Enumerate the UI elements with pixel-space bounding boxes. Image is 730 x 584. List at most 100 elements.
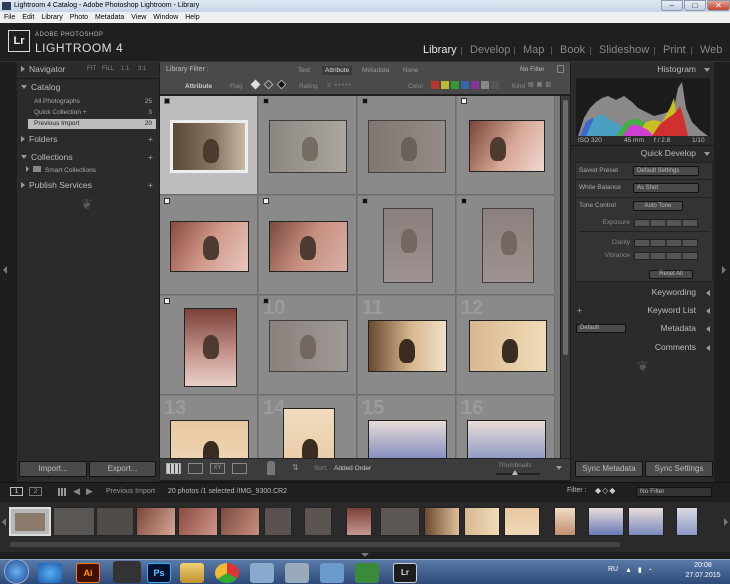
keywording-header[interactable]: Keywording [571,285,714,300]
filmstrip-thumb[interactable] [676,507,698,536]
pick-flag-icon[interactable] [263,198,269,204]
module-print[interactable]: Print [663,44,686,56]
app-icon[interactable] [320,563,344,583]
filmstrip-thumb[interactable] [96,507,134,536]
sort-direction-icon[interactable]: ⇅ [292,463,308,474]
grid-cell[interactable]: 14 [259,396,357,458]
clock-date[interactable]: 27.07.2015 [683,572,723,579]
module-web[interactable]: Web [700,44,722,56]
rejected-flag-icon[interactable] [362,198,368,204]
sort-select[interactable]: Added Order [334,465,371,472]
module-book[interactable]: Book [560,44,585,56]
maximize-button[interactable]: □ [684,0,706,11]
grid-cell[interactable] [457,96,555,195]
pick-flag-icon[interactable] [164,298,170,304]
sync-settings-button[interactable]: Sync Settings [645,461,713,477]
forward-arrow-icon[interactable]: ▶ [86,486,93,497]
compare-view-icon[interactable]: XY [210,463,225,474]
saved-preset-select[interactable]: Default Settings [633,166,699,176]
color-blue-swatch[interactable] [461,81,469,89]
grid-cell[interactable]: 12 [457,296,555,395]
photo-thumbnail[interactable] [368,320,447,372]
exposure-adjust-buttons[interactable] [634,219,698,227]
grid-cell[interactable]: 15 [358,396,456,458]
color-red-swatch[interactable] [431,81,439,89]
photo-thumbnail[interactable] [469,120,545,172]
comments-header[interactable]: Comments [571,340,714,355]
collapse-right-icon[interactable] [722,266,726,274]
add-keyword-icon[interactable]: + [577,303,582,318]
menu-file[interactable]: File [4,14,15,21]
filter-tab-attribute[interactable]: Attribute [322,66,353,75]
navigator-header[interactable]: Navigator FIT FILL 1:1 3:1 [17,62,159,77]
grid-view-icon[interactable] [166,463,181,474]
color-purple-swatch[interactable] [471,81,479,89]
photo-thumbnail[interactable] [269,221,348,272]
painter-icon[interactable] [267,461,275,475]
menu-window[interactable]: Window [153,14,178,21]
menu-metadata[interactable]: Metadata [95,14,124,21]
pick-flag-icon[interactable] [164,198,170,204]
grid-cell[interactable]: 11 [358,296,456,395]
filmstrip-scrollbar[interactable] [10,542,620,547]
collapse-left-icon[interactable] [3,266,7,274]
smart-collections-item[interactable]: Smart Collections [22,166,154,176]
grid-cell[interactable] [259,196,357,295]
quick-develop-header[interactable]: Quick Develop [571,146,714,161]
nav-fit[interactable]: FIT [87,62,96,77]
collections-header[interactable]: Collections + [17,150,159,165]
photo-thumbnail[interactable] [170,221,249,272]
photo-thumbnail[interactable] [482,208,534,283]
filmstrip-thumb[interactable] [588,507,624,536]
photo-thumbnail[interactable] [283,408,335,458]
module-library[interactable]: Library [423,44,457,56]
start-button[interactable] [4,559,29,584]
grid-cell[interactable] [457,196,555,295]
collapse-filmstrip-icon[interactable] [361,553,369,557]
histogram-header[interactable]: Histogram [571,62,714,77]
module-slideshow[interactable]: Slideshow [599,44,649,56]
add-collection-icon[interactable]: + [148,150,153,165]
rejected-flag-icon[interactable] [164,98,170,104]
close-button[interactable]: ✕ [707,0,730,11]
metadata-preset-select[interactable]: Default [576,324,626,333]
tray-icons[interactable]: ▲ ▮ ◔ [625,566,654,574]
toolbar-menu-icon[interactable] [556,466,562,470]
filmstrip-thumb-selected[interactable] [9,507,51,536]
photo-thumbnail[interactable] [269,120,347,173]
filmstrip-thumb[interactable] [264,507,292,536]
catalog-header[interactable]: Catalog [17,80,159,95]
filmstrip-thumb[interactable] [464,507,500,536]
filmstrip-thumb[interactable] [53,507,95,536]
rejected-flag-icon[interactable] [461,198,467,204]
loupe-view-icon[interactable] [188,463,203,474]
module-develop[interactable]: Develop [470,44,510,56]
filmstrip-left-icon[interactable] [2,518,6,526]
filmstrip-thumb[interactable] [380,507,420,536]
minimize-button[interactable]: – [661,0,683,11]
reset-all-button[interactable]: Reset All [649,270,693,279]
module-map[interactable]: Map [523,44,544,56]
clarity-adjust-buttons[interactable] [634,239,698,247]
grid-cell[interactable] [160,296,258,395]
grid-cell[interactable]: 10 [259,296,357,395]
auto-tone-button[interactable]: Auto Tone [633,201,683,211]
filter-tab-text[interactable]: Text [298,67,310,74]
catalog-item-quick-collection[interactable]: Quick Collection +3 [34,108,152,118]
rating-stars-icon[interactable]: ≥ ••••• [327,82,352,89]
publish-services-header[interactable]: Publish Services + [17,178,159,193]
grid-scrollbar[interactable] [561,96,570,458]
photo-thumbnail[interactable] [469,320,547,372]
survey-view-icon[interactable] [232,463,247,474]
chrome-icon[interactable] [215,563,239,583]
filter-tab-none[interactable]: None [403,67,419,74]
vibrance-adjust-buttons[interactable] [634,252,698,260]
app-icon[interactable] [355,563,379,583]
filmstrip-thumb[interactable] [220,507,260,536]
grid-cell[interactable] [358,196,456,295]
explorer-icon[interactable] [180,563,204,583]
grid-cell[interactable] [358,96,456,195]
thumbnail-size-slider[interactable] [496,470,540,475]
keyword-list-header[interactable]: + Keyword List [571,303,714,318]
color-yellow-swatch[interactable] [441,81,449,89]
